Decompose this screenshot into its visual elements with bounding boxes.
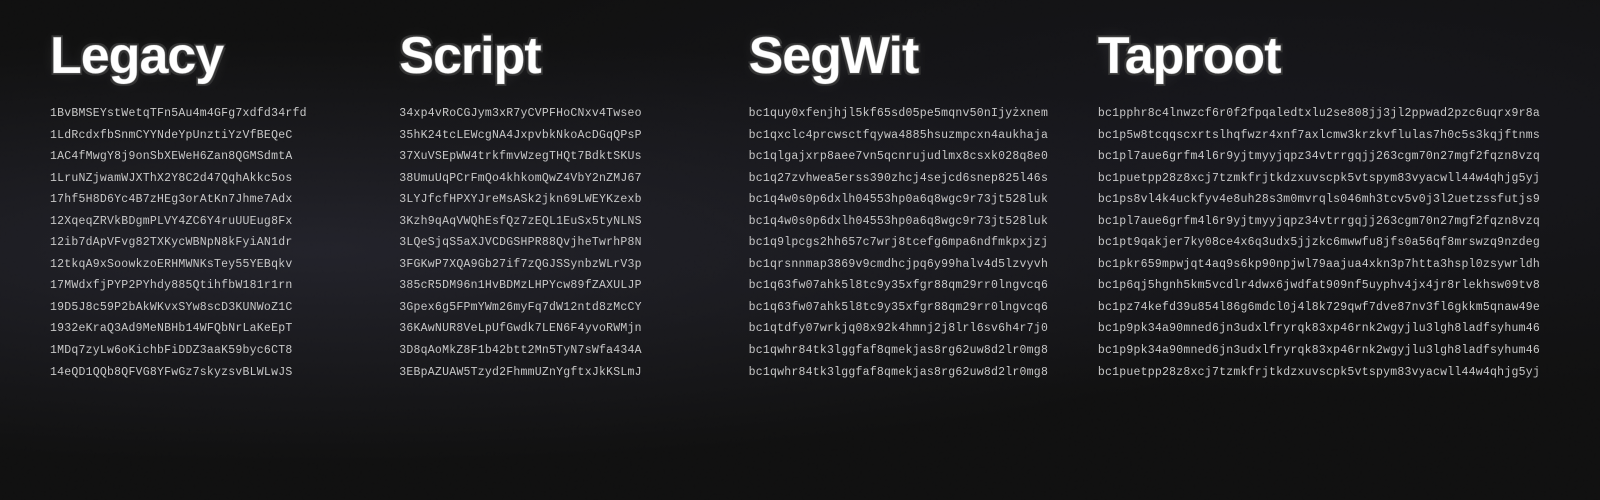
segwit-address-1[interactable]: bc1qxclc4prcwsctfqywa4885hsuzmpcxn4aukha… xyxy=(749,126,1068,146)
taproot-address-0[interactable]: bc1pphr8c4lnwzcf6r0f2fpqaledtxlu2se808jj… xyxy=(1098,104,1540,124)
script-title: Script xyxy=(399,30,718,82)
segwit-address-list: bc1quy0xfenjhjl5kf65sd05pe5mqnv50nIjyżxn… xyxy=(749,104,1068,382)
segwit-address-7[interactable]: bc1qrsnnmap3869v9cmdhcjpq6y99halv4d5lzvy… xyxy=(749,255,1068,275)
segwit-address-5[interactable]: bc1q4w0s0p6dxlh04553hp0a6q8wgc9r73jt528l… xyxy=(749,212,1068,232)
taproot-address-5[interactable]: bc1pl7aue6grfm4l6r9yjtmyyjqpz34vtrrgqjj2… xyxy=(1098,212,1540,232)
taproot-address-3[interactable]: bc1puetpp28z8xcj7tzmkfrjtkdzxuvscpk5vtsp… xyxy=(1098,169,1540,189)
taproot-address-9[interactable]: bc1pz74kefd39u854l86g6mdcl0j4l8k729qwf7d… xyxy=(1098,298,1540,318)
script-address-1[interactable]: 35hK24tcLEWcgNA4JxpvbkNkoAcDGqQPsP xyxy=(399,126,718,146)
taproot-address-6[interactable]: bc1pt9qakjer7ky08ce4x6q3udx5jjzkc6mwwfu8… xyxy=(1098,233,1540,253)
script-address-9[interactable]: 3Gpex6g5FPmYWm26myFq7dW12ntd8zMcCY xyxy=(399,298,718,318)
script-address-7[interactable]: 3FGKwP7XQA9Gb27if7zQGJSSynbzWLrV3p xyxy=(399,255,718,275)
taproot-address-11[interactable]: bc1p9pk34a90mned6jn3udxlfryrqk83xp46rnk2… xyxy=(1098,341,1540,361)
script-address-0[interactable]: 34xp4vRoCGJym3xR7yCVPFHoCNxv4Twseo xyxy=(399,104,718,124)
script-address-4[interactable]: 3LYJfcfHPXYJreMsASk2jkn69LWEYKzexb xyxy=(399,190,718,210)
legacy-title: Legacy xyxy=(50,30,369,82)
script-address-10[interactable]: 36KAwNUR8VeLpUfGwdk7LEN6F4yvoRWMjn xyxy=(399,319,718,339)
legacy-address-0[interactable]: 1BvBMSEYstWetqTFn5Au4m4GFg7xdfd34rfd xyxy=(50,104,369,124)
taproot-address-1[interactable]: bc1p5w8tcqqscxrtslhqfwzr4xnf7axlcmw3krzk… xyxy=(1098,126,1540,146)
script-address-5[interactable]: 3Kzh9qAqVWQhEsfQz7zEQL1EuSx5tyNLNS xyxy=(399,212,718,232)
legacy-address-11[interactable]: 1MDq7zyLw6oKichbFiDDZ3aaK59byc6CT8 xyxy=(50,341,369,361)
legacy-address-4[interactable]: 17hf5H8D6Yc4B7zHEg3orAtKn7Jhme7Adx xyxy=(50,190,369,210)
taproot-address-4[interactable]: bc1ps8vl4k4uckfyv4e8uh28s3m0mvrqls046mh3… xyxy=(1098,190,1540,210)
segwit-address-11[interactable]: bc1qwhr84tk3lggfaf8qmekjas8rg62uw8d2lr0m… xyxy=(749,341,1068,361)
script-address-8[interactable]: 385cR5DM96n1HvBDMzLHPYcw89fZAXULJP xyxy=(399,276,718,296)
script-address-list: 34xp4vRoCGJym3xR7yCVPFHoCNxv4Twseo35hK24… xyxy=(399,104,718,382)
column-segwit: SegWit bc1quy0xfenjhjl5kf65sd05pe5mqnv50n… xyxy=(739,30,1088,480)
segwit-address-6[interactable]: bc1q9lpcgs2hh657c7wrj8tcefg6mpa6ndfmkpxj… xyxy=(749,233,1068,253)
legacy-address-2[interactable]: 1AC4fMwgY8j9onSbXEWeH6Zan8QGMSdmtA xyxy=(50,147,369,167)
segwit-address-0[interactable]: bc1quy0xfenjhjl5kf65sd05pe5mqnv50nIjyżxn… xyxy=(749,104,1068,124)
segwit-address-3[interactable]: bc1q27zvhwea5erss390zhcj4sejcd6snep825l4… xyxy=(749,169,1068,189)
script-address-11[interactable]: 3D8qAoMkZ8F1b42btt2Mn5TyN7sWfa434A xyxy=(399,341,718,361)
segwit-address-8[interactable]: bc1q63fw07ahk5l8tc9y35xfgr88qm29rr0lngvc… xyxy=(749,276,1068,296)
column-script: Script 34xp4vRoCGJym3xR7yCVPFHoCNxv4Twseo… xyxy=(389,30,738,480)
legacy-address-10[interactable]: 1932eKraQ3Ad9MeNBHb14WFQbNrLaKeEpT xyxy=(50,319,369,339)
script-address-6[interactable]: 3LQeSjqS5aXJVCDGSHPR88QvjheTwrhP8N xyxy=(399,233,718,253)
column-taproot: Taproot bc1pphr8c4lnwzcf6r0f2fpqaledtxlu2… xyxy=(1088,30,1560,480)
legacy-address-9[interactable]: 19D5J8c59P2bAkWKvxSYw8scD3KUNWoZ1C xyxy=(50,298,369,318)
taproot-address-8[interactable]: bc1p6qj5hgnh5km5vcdlr4dwx6jwdfat909nf5uy… xyxy=(1098,276,1540,296)
segwit-address-10[interactable]: bc1qtdfy07wrkjq08x92k4hmnj2j8lrl6sv6h4r7… xyxy=(749,319,1068,339)
taproot-address-7[interactable]: bc1pkr659mpwjqt4aq9s6kp90npjwl79aajua4xk… xyxy=(1098,255,1540,275)
script-address-12[interactable]: 3EBpAZUAW5Tzyd2FhmmUZnYgftxJkKSLmJ xyxy=(399,363,718,383)
segwit-address-12[interactable]: bc1qwhr84tk3lggfaf8qmekjas8rg62uw8d2lr0m… xyxy=(749,363,1068,383)
legacy-address-3[interactable]: 1LruNZjwamWJXThX2Y8C2d47QqhAkkc5os xyxy=(50,169,369,189)
taproot-address-list: bc1pphr8c4lnwzcf6r0f2fpqaledtxlu2se808jj… xyxy=(1098,104,1540,382)
legacy-address-8[interactable]: 17MWdxfjPYP2PYhdy885QtihfbW181r1rn xyxy=(50,276,369,296)
taproot-address-2[interactable]: bc1pl7aue6grfm4l6r9yjtmyyjqpz34vtrrgqjj2… xyxy=(1098,147,1540,167)
taproot-address-10[interactable]: bc1p9pk34a90mned6jn3udxlfryrqk83xp46rnk2… xyxy=(1098,319,1540,339)
segwit-address-2[interactable]: bc1qlgajxrp8aee7vn5qcnrujudlmx8csxk028q8… xyxy=(749,147,1068,167)
legacy-address-12[interactable]: 14eQD1QQb8QFVG8YFwGz7skyzsvBLWLwJS xyxy=(50,363,369,383)
column-legacy: Legacy 1BvBMSEYstWetqTFn5Au4m4GFg7xdfd34r… xyxy=(40,30,389,480)
script-address-3[interactable]: 38UmuUqPCrFmQo4khkomQwZ4VbY2nZMJ67 xyxy=(399,169,718,189)
legacy-address-7[interactable]: 12tkqA9xSoowkzoERHMWNKsTey55YEBqkv xyxy=(50,255,369,275)
taproot-title: Taproot xyxy=(1098,30,1540,82)
legacy-address-6[interactable]: 12ib7dApVFvg82TXKycWBNpN8kFyiAN1dr xyxy=(50,233,369,253)
main-container: Legacy 1BvBMSEYstWetqTFn5Au4m4GFg7xdfd34r… xyxy=(0,0,1600,500)
segwit-address-4[interactable]: bc1q4w0s0p6dxlh04553hp0a6q8wgc9r73jt528l… xyxy=(749,190,1068,210)
legacy-address-list: 1BvBMSEYstWetqTFn5Au4m4GFg7xdfd34rfd1LdR… xyxy=(50,104,369,382)
taproot-address-12[interactable]: bc1puetpp28z8xcj7tzmkfrjtkdzxuvscpk5vtsp… xyxy=(1098,363,1540,383)
legacy-address-1[interactable]: 1LdRcdxfbSnmCYYNdeYpUnztiYzVfBEQeC xyxy=(50,126,369,146)
segwit-title: SegWit xyxy=(749,30,1068,82)
segwit-address-9[interactable]: bc1q63fw07ahk5l8tc9y35xfgr88qm29rr0lngvc… xyxy=(749,298,1068,318)
legacy-address-5[interactable]: 12XqeqZRVkBDgmPLVY4ZC6Y4ruUUEug8Fx xyxy=(50,212,369,232)
script-address-2[interactable]: 37XuVSEpWW4trkfmvWzegTHQt7BdktSKUs xyxy=(399,147,718,167)
